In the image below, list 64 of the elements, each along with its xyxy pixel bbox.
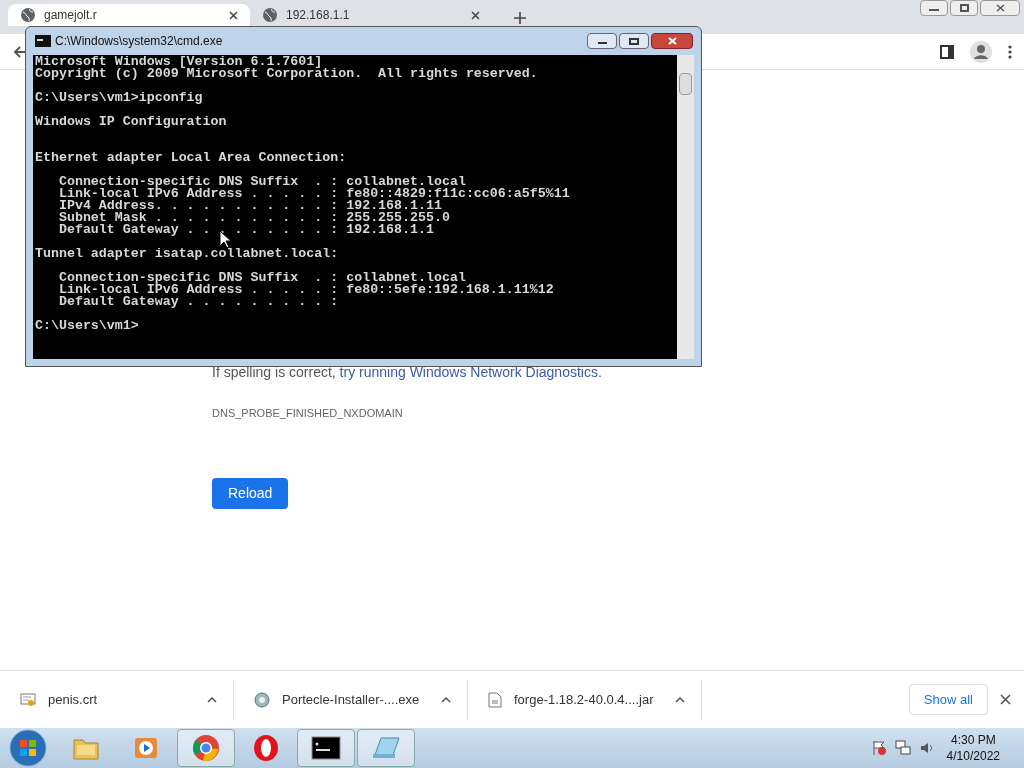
start-button[interactable]: [9, 729, 47, 767]
console-line: IPv4 Address. . . . . . . . . . . : 192.168.1.11: [57, 200, 442, 212]
error-code: DNS_PROBE_FINISHED_NXDOMAIN: [212, 406, 404, 421]
restore-button[interactable]: [950, 0, 978, 16]
browser-tab[interactable]: gamejolt.r: [8, 4, 250, 26]
notepad-icon: [371, 735, 401, 761]
action-center-icon[interactable]: [870, 740, 887, 756]
console-line: Default Gateway . . . . . . . . . :: [57, 296, 340, 308]
minimize-button[interactable]: [920, 0, 948, 16]
caret-icon[interactable]: [441, 696, 451, 703]
scrollbar[interactable]: [677, 55, 694, 359]
globe-icon: [20, 7, 36, 23]
close-button[interactable]: [651, 33, 693, 49]
clock-date[interactable]: 4/10/2022: [946, 748, 1000, 764]
console-line: Microsoft Windows [Version 6.1.7601]: [35, 56, 323, 68]
show-all-button[interactable]: Show all: [908, 684, 988, 715]
installer-icon: [254, 691, 270, 708]
volume-icon[interactable]: [918, 740, 935, 756]
reload-button[interactable]: Reload: [212, 477, 289, 509]
close-icon: [995, 4, 1005, 12]
close-icon: [667, 37, 677, 45]
diagnostics-link[interactable]: try running Windows Network Diagnostics: [339, 364, 598, 380]
minimize-button[interactable]: [587, 33, 617, 49]
close-icon[interactable]: [471, 10, 480, 20]
new-tab-icon[interactable]: [514, 12, 526, 24]
close-icon[interactable]: [229, 10, 238, 20]
profile-icon[interactable]: [970, 40, 992, 63]
certificate-icon: [20, 691, 36, 708]
download-item[interactable]: forge-1.18.2-40.0.4....jar: [468, 679, 702, 720]
window-title: C:\Windows\system32\cmd.exe: [55, 33, 223, 50]
console-line: Link-local IPv6 Address . . . . . : fe80::5efe:192.168.1.11%12: [57, 284, 555, 296]
console-line: Ethernet adapter Local Area Connection:: [35, 152, 348, 164]
media-player-icon: [133, 735, 159, 761]
console-icon: [311, 736, 341, 760]
opera-icon: [253, 734, 279, 762]
console-line: Copyright (c) 2009 Microsoft Corporation. All rights reserved.: [35, 68, 539, 80]
console-line: C:\Users\vm1>: [35, 320, 140, 332]
mouse-cursor-icon: [219, 230, 231, 249]
taskbar-button[interactable]: [297, 729, 355, 767]
download-item[interactable]: Portecle-Installer-....exe: [234, 679, 468, 720]
console-line: Windows IP Configuration: [35, 116, 228, 128]
close-icon[interactable]: [1000, 694, 1011, 705]
caret-icon[interactable]: [675, 696, 685, 703]
network-icon[interactable]: [894, 740, 911, 756]
close-button[interactable]: [980, 0, 1020, 16]
console-line: Default Gateway . . . . . . . . . : 192.168.1.1: [57, 224, 435, 236]
clock-time[interactable]: 4:30 PM: [950, 732, 996, 748]
console-line: Link-local IPv6 Address . . . . . : fe80::4829:f11c:cc06:a5f5%11: [57, 188, 571, 200]
menu-icon[interactable]: [1008, 44, 1012, 59]
console-line: Subnet Mask . . . . . . . . . . . : 255.255.255.0: [57, 212, 451, 224]
side-panel-icon[interactable]: [940, 44, 954, 59]
back-icon[interactable]: [12, 43, 28, 60]
download-item[interactable]: penis.crt: [0, 679, 234, 720]
console-line: Connection-specific DNS Suffix . : collabnet.local: [57, 272, 466, 284]
caret-icon[interactable]: [207, 696, 217, 703]
chrome-icon: [192, 734, 220, 762]
browser-tab[interactable]: 192.168.1.1: [250, 4, 492, 26]
globe-icon: [262, 7, 278, 23]
console-line: C:\Users\vm1>ipconfig: [35, 92, 204, 104]
console-icon: [35, 35, 51, 47]
file-icon: [488, 691, 502, 708]
console-line: Tunnel adapter isatap.collabnet.local:: [35, 248, 340, 260]
console-line: Connection-specific DNS Suffix . : collabnet.local: [57, 176, 466, 188]
maximize-button[interactable]: [619, 33, 649, 49]
